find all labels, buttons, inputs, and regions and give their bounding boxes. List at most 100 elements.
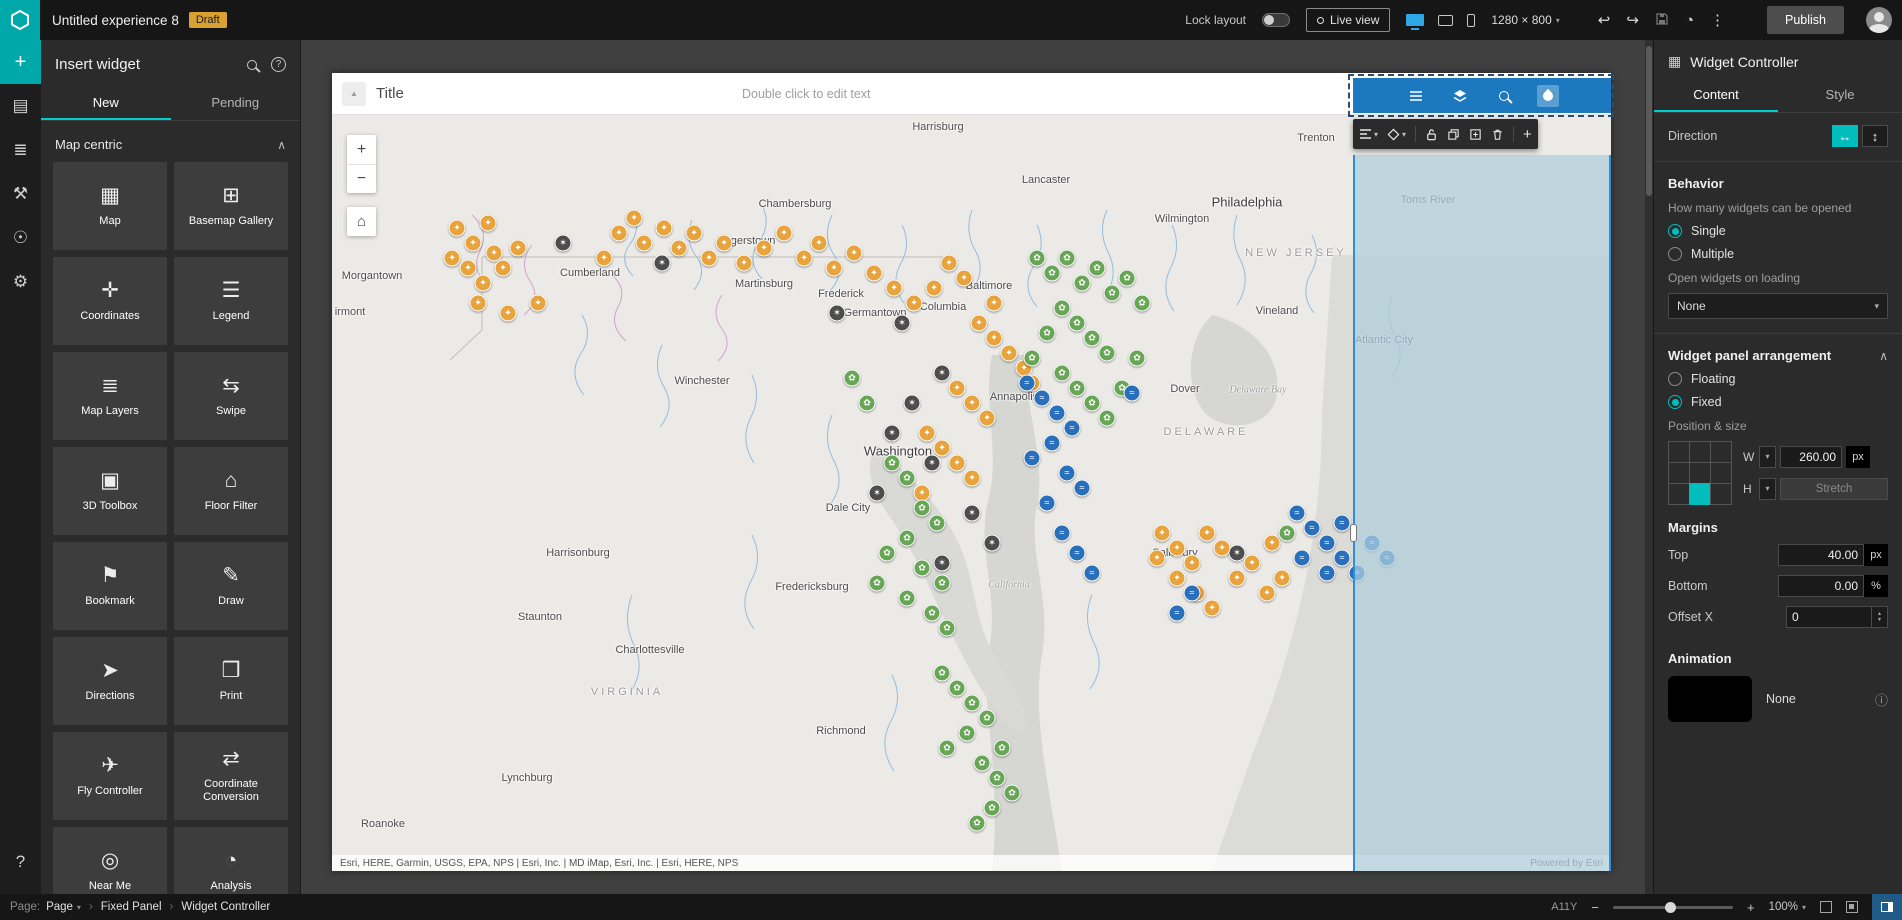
radio-single[interactable]: Single bbox=[1668, 224, 1888, 238]
marker-orange-wildlife[interactable]: ✦ bbox=[529, 294, 547, 312]
marker-orange-wildlife[interactable]: ✦ bbox=[1258, 584, 1276, 602]
marker-green-vegetation[interactable]: ✿ bbox=[938, 619, 956, 637]
marker-green-vegetation[interactable]: ✿ bbox=[1098, 344, 1116, 362]
marker-green-vegetation[interactable]: ✿ bbox=[993, 739, 1011, 757]
marker-orange-wildlife[interactable]: ✦ bbox=[448, 219, 466, 237]
widget-tile-print[interactable]: ❒ Print bbox=[174, 637, 288, 725]
tab-new[interactable]: New bbox=[41, 87, 171, 120]
marker-green-vegetation[interactable]: ✿ bbox=[1073, 274, 1091, 292]
marker-green-vegetation[interactable]: ✿ bbox=[1098, 409, 1116, 427]
list-icon[interactable] bbox=[1405, 85, 1427, 107]
style-dropdown[interactable]: ▾ bbox=[1387, 128, 1406, 141]
anchor-cell[interactable] bbox=[1688, 461, 1711, 484]
radio-multiple[interactable]: Multiple bbox=[1668, 247, 1888, 261]
user-avatar[interactable] bbox=[1866, 7, 1892, 33]
phone-device-icon[interactable] bbox=[1467, 13, 1476, 27]
breadcrumb-item[interactable]: Widget Controller bbox=[181, 901, 270, 913]
marker-orange-wildlife[interactable]: ✦ bbox=[948, 379, 966, 397]
marker-orange-wildlife[interactable]: ✦ bbox=[795, 249, 813, 267]
height-mode-dropdown[interactable]: ▾ bbox=[1759, 477, 1776, 500]
widget-controller-bar[interactable] bbox=[1353, 78, 1611, 113]
resize-handle-left[interactable] bbox=[1350, 524, 1357, 542]
marker-orange-wildlife[interactable]: ✦ bbox=[509, 239, 527, 257]
marker-blue-water[interactable]: ≈ bbox=[1183, 584, 1201, 602]
marker-orange-wildlife[interactable]: ✦ bbox=[755, 239, 773, 257]
marker-green-vegetation[interactable]: ✿ bbox=[933, 664, 951, 682]
marker-orange-wildlife[interactable]: ✦ bbox=[625, 209, 643, 227]
widget-tile-3d-toolbox[interactable]: ▣ 3D Toolbox bbox=[53, 447, 167, 535]
marker-green-vegetation[interactable]: ✿ bbox=[1133, 294, 1151, 312]
marker-blue-water[interactable]: ≈ bbox=[1168, 604, 1186, 622]
marker-dark-site[interactable]: ✶ bbox=[963, 504, 981, 522]
marker-green-vegetation[interactable]: ✿ bbox=[1118, 269, 1136, 287]
marker-green-vegetation[interactable]: ✿ bbox=[898, 589, 916, 607]
marker-orange-wildlife[interactable]: ✦ bbox=[464, 234, 482, 252]
marker-orange-wildlife[interactable]: ✦ bbox=[1198, 524, 1216, 542]
bottom-margin-input[interactable] bbox=[1778, 575, 1864, 597]
marker-orange-wildlife[interactable]: ✦ bbox=[474, 274, 492, 292]
marker-blue-water[interactable]: ≈ bbox=[1058, 464, 1076, 482]
breadcrumb-item[interactable]: Page ▾ bbox=[46, 901, 81, 913]
marker-blue-water[interactable]: ≈ bbox=[1033, 389, 1051, 407]
marker-green-vegetation[interactable]: ✿ bbox=[963, 694, 981, 712]
marker-orange-wildlife[interactable]: ✦ bbox=[1243, 554, 1261, 572]
water-drop-icon[interactable] bbox=[1537, 84, 1559, 107]
marker-orange-wildlife[interactable]: ✦ bbox=[918, 424, 936, 442]
anchor-cell[interactable] bbox=[1667, 461, 1690, 484]
widget-tile-near-me[interactable]: ◎ Near Me bbox=[53, 827, 167, 894]
anchor-cell[interactable] bbox=[1667, 482, 1690, 505]
marker-blue-water[interactable]: ≈ bbox=[1038, 494, 1056, 512]
marker-blue-water[interactable]: ≈ bbox=[1333, 514, 1351, 532]
marker-orange-wildlife[interactable]: ✦ bbox=[443, 249, 461, 267]
marker-orange-wildlife[interactable]: ✦ bbox=[700, 249, 718, 267]
marker-dark-site[interactable]: ✶ bbox=[554, 234, 572, 252]
marker-dark-site[interactable]: ✶ bbox=[1228, 544, 1246, 562]
live-view-button[interactable]: Live view bbox=[1306, 8, 1391, 32]
widget-tile-basemap-gallery[interactable]: ⊞ Basemap Gallery bbox=[174, 162, 288, 250]
scrollbar-thumb[interactable] bbox=[1646, 46, 1652, 196]
app-title-text[interactable]: Title bbox=[376, 85, 404, 102]
fixed-panel-selection[interactable] bbox=[1350, 155, 1611, 871]
search-tool-icon[interactable] bbox=[1493, 85, 1515, 107]
marker-green-vegetation[interactable]: ✿ bbox=[913, 499, 931, 517]
marker-orange-wildlife[interactable]: ✦ bbox=[595, 249, 613, 267]
rail-page[interactable]: ▤ bbox=[0, 84, 41, 128]
marker-green-vegetation[interactable]: ✿ bbox=[958, 724, 976, 742]
redo-icon[interactable]: ↪ bbox=[1626, 13, 1639, 28]
publish-button[interactable]: Publish bbox=[1767, 6, 1844, 34]
chevron-up-icon[interactable]: ∧ bbox=[1879, 349, 1888, 363]
duplicate-icon[interactable] bbox=[1447, 128, 1460, 141]
align-dropdown[interactable]: ▾ bbox=[1359, 128, 1378, 140]
marker-green-vegetation[interactable]: ✿ bbox=[988, 769, 1006, 787]
widget-tile-map-layers[interactable]: ≣ Map Layers bbox=[53, 352, 167, 440]
anchor-cell[interactable] bbox=[1709, 440, 1732, 463]
marker-green-vegetation[interactable]: ✿ bbox=[1083, 329, 1101, 347]
canvas-zoom-slider[interactable] bbox=[1612, 901, 1733, 913]
marker-dark-site[interactable]: ✶ bbox=[933, 364, 951, 382]
anchor-cell[interactable] bbox=[1667, 440, 1690, 463]
breadcrumb-item[interactable]: Fixed Panel bbox=[101, 901, 162, 913]
marker-orange-wildlife[interactable]: ✦ bbox=[1168, 539, 1186, 557]
lock-layout-toggle[interactable] bbox=[1262, 13, 1290, 27]
marker-orange-wildlife[interactable]: ✦ bbox=[885, 279, 903, 297]
marker-orange-wildlife[interactable]: ✦ bbox=[1153, 524, 1171, 542]
marker-dark-site[interactable]: ✶ bbox=[883, 424, 901, 442]
marker-green-vegetation[interactable]: ✿ bbox=[1058, 249, 1076, 267]
canvas-scrollbar[interactable] bbox=[1645, 40, 1653, 894]
info-icon[interactable]: ⓘ bbox=[1875, 690, 1888, 709]
marker-orange-wildlife[interactable]: ✦ bbox=[479, 214, 497, 232]
marker-blue-water[interactable]: ≈ bbox=[1048, 404, 1066, 422]
marker-green-vegetation[interactable]: ✿ bbox=[878, 544, 896, 562]
marker-blue-water[interactable]: ≈ bbox=[1018, 374, 1036, 392]
map-widget[interactable]: Harrisburg Trenton Lancaster Philadelphia Ch… bbox=[332, 115, 1611, 871]
tab-pending[interactable]: Pending bbox=[171, 87, 301, 120]
marker-dark-site[interactable]: ✶ bbox=[893, 314, 911, 332]
marker-green-vegetation[interactable]: ✿ bbox=[983, 799, 1001, 817]
marker-green-vegetation[interactable]: ✿ bbox=[1088, 259, 1106, 277]
marker-orange-wildlife[interactable]: ✦ bbox=[940, 254, 958, 272]
marker-green-vegetation[interactable]: ✿ bbox=[1043, 264, 1061, 282]
marker-orange-wildlife[interactable]: ✦ bbox=[948, 454, 966, 472]
marker-green-vegetation[interactable]: ✿ bbox=[1053, 364, 1071, 382]
marker-dark-site[interactable]: ✶ bbox=[933, 554, 951, 572]
widget-tile-draw[interactable]: ✎ Draw bbox=[174, 542, 288, 630]
